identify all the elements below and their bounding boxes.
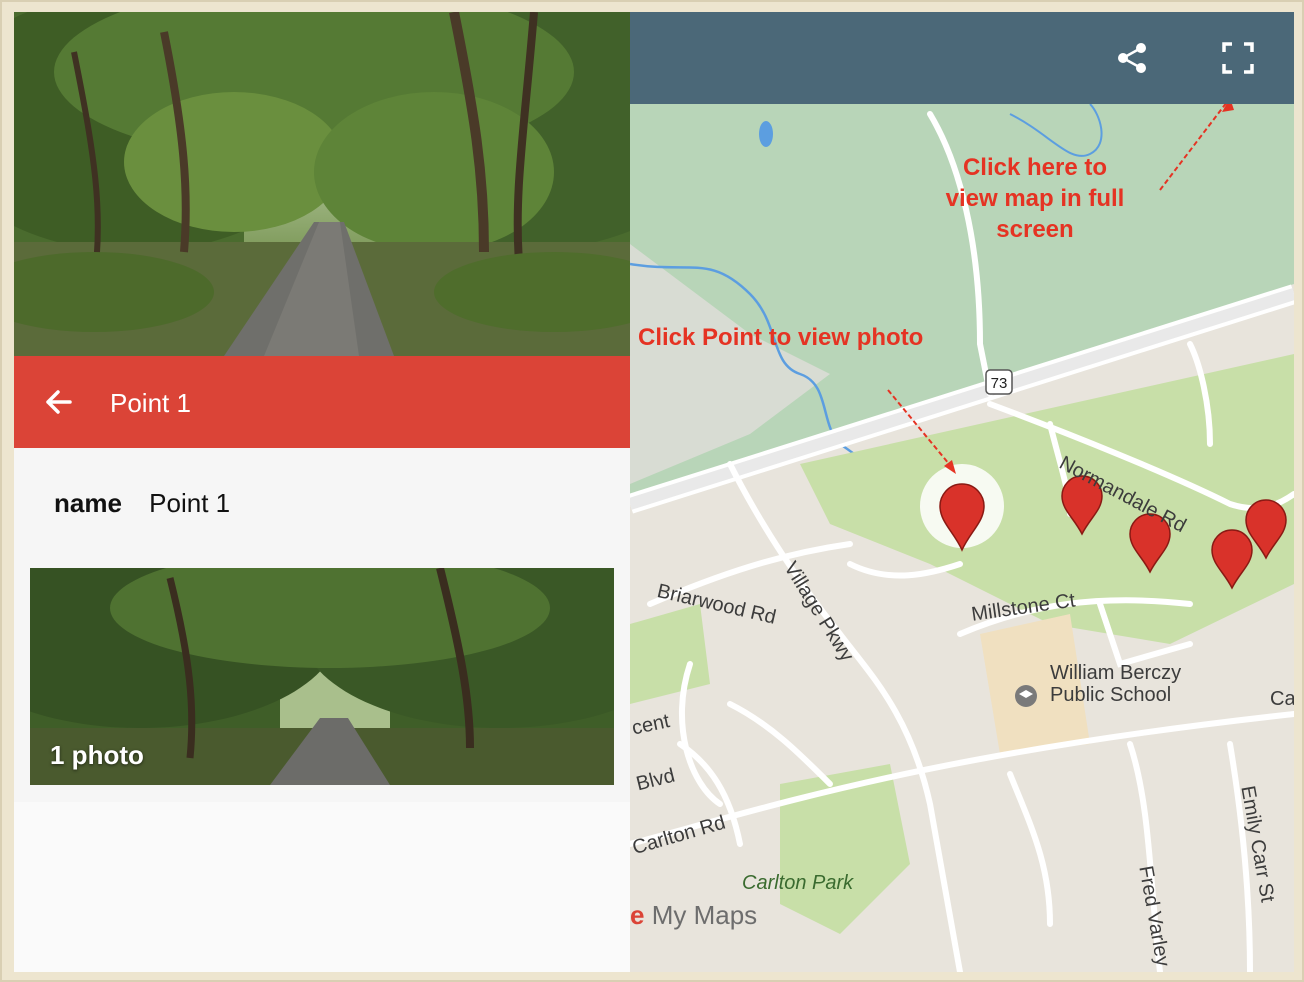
brand-letter: e bbox=[630, 900, 645, 930]
arrow-back-icon[interactable] bbox=[40, 384, 76, 420]
forest-path-photo bbox=[14, 12, 630, 356]
field-key: name bbox=[54, 488, 122, 518]
share-icon[interactable] bbox=[1114, 40, 1150, 76]
name-field-row: name Point 1 bbox=[54, 488, 230, 519]
street-label-edge: Ca bbox=[1270, 688, 1294, 710]
fullscreen-annotation: Click here to view map in full screen bbox=[930, 152, 1140, 245]
field-value: Point 1 bbox=[149, 488, 231, 518]
brand-text: My Maps bbox=[651, 900, 758, 930]
fullscreen-annotation-line1: Click here to bbox=[962, 154, 1108, 181]
fullscreen-annotation-line3: screen bbox=[996, 216, 1074, 243]
panel-empty-area bbox=[14, 802, 630, 972]
map-panel[interactable]: 73 Normandale Rd Briarwood Rd Village Pk… bbox=[630, 12, 1294, 972]
map-toolbar bbox=[630, 12, 1294, 104]
photo-thumbnail-card[interactable]: 1 photo bbox=[30, 568, 614, 785]
park-label-carlton: Carlton Park bbox=[742, 872, 854, 894]
feature-details-panel: Point 1 name Point 1 1 photo bbox=[14, 12, 630, 972]
app-window: Point 1 name Point 1 1 photo 73 Normanda… bbox=[14, 12, 1294, 972]
photo-count-label: 1 photo bbox=[50, 740, 144, 770]
point-annotation: Click Point to view photo bbox=[638, 324, 924, 351]
feature-header: Point 1 bbox=[14, 356, 630, 448]
school-label-line2: Public School bbox=[1050, 684, 1172, 706]
route-shield-label: 73 bbox=[991, 375, 1008, 392]
fullscreen-icon[interactable] bbox=[1220, 40, 1256, 76]
school-label-line1: William Berczy bbox=[1050, 662, 1182, 684]
hero-photo[interactable] bbox=[14, 12, 630, 356]
screenshot-frame: Point 1 name Point 1 1 photo 73 Normanda… bbox=[0, 0, 1304, 982]
fullscreen-annotation-line2: view map in full bbox=[945, 185, 1125, 212]
my-maps-brand: e My Maps bbox=[630, 900, 757, 931]
feature-title: Point 1 bbox=[110, 388, 191, 418]
